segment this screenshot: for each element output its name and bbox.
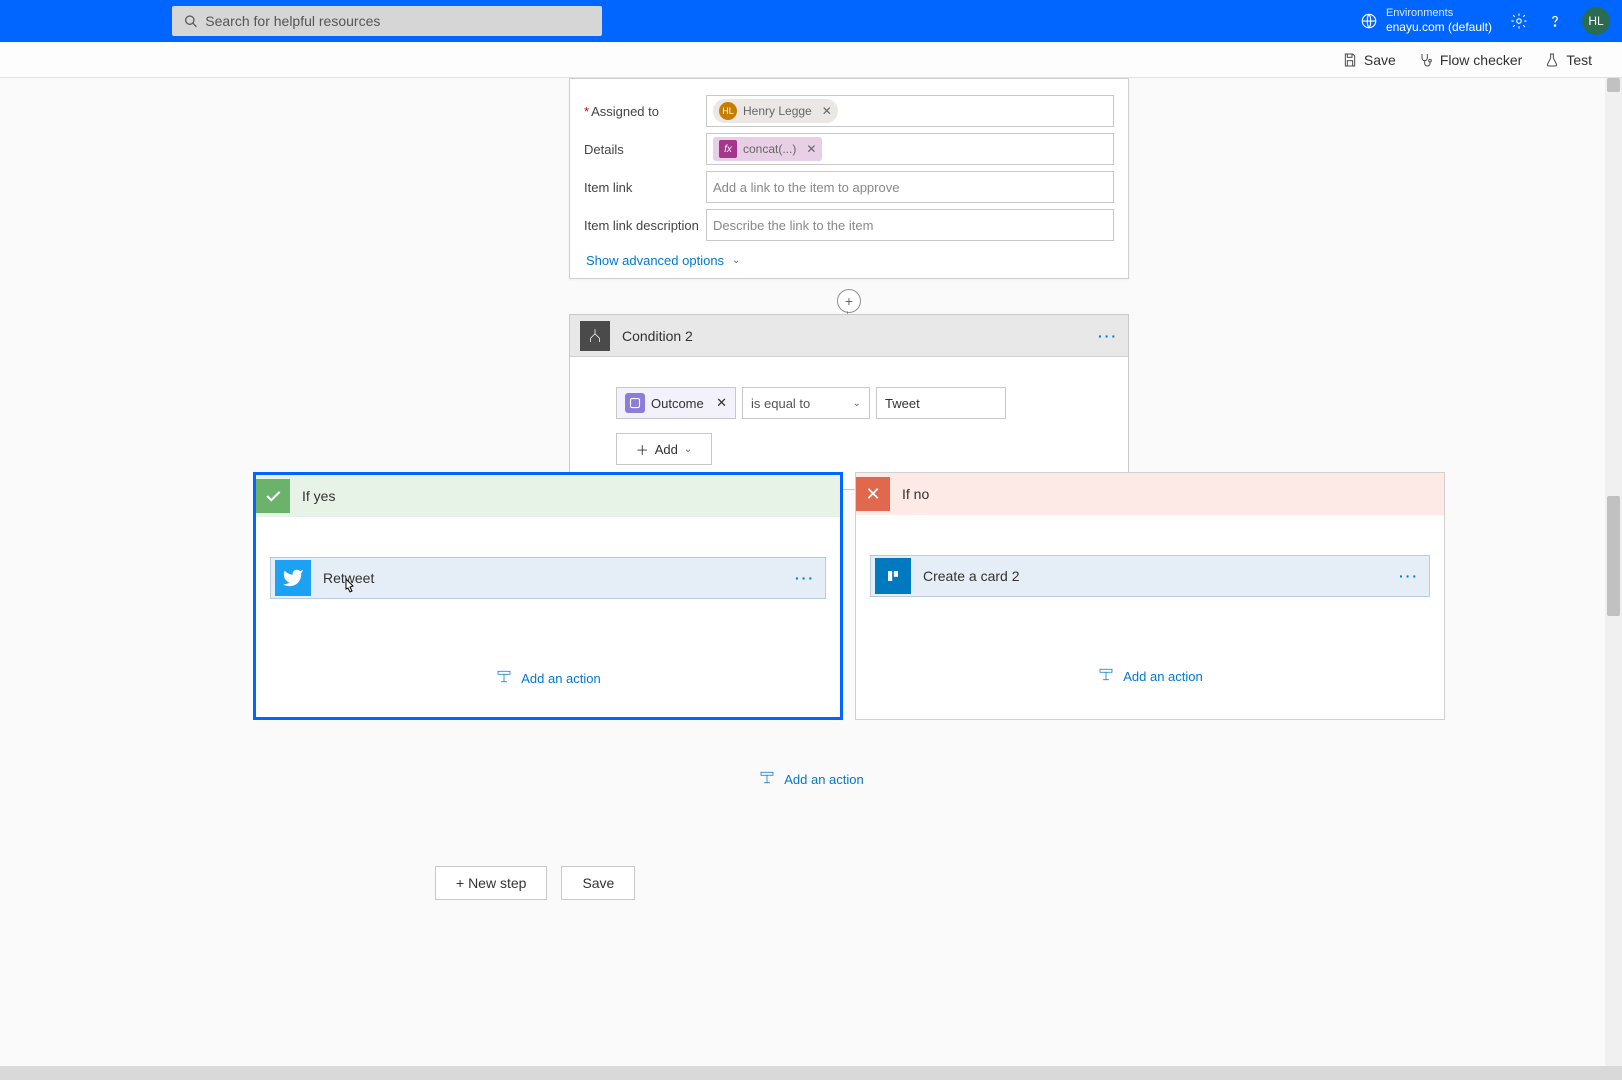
settings-icon[interactable] bbox=[1510, 12, 1528, 30]
fx-icon: fx bbox=[719, 140, 737, 158]
save-icon bbox=[1342, 52, 1358, 68]
if-yes-header: If yes bbox=[256, 475, 840, 517]
retweet-action-card[interactable]: Retweet ··· bbox=[270, 557, 826, 599]
retweet-action-label: Retweet bbox=[323, 570, 374, 586]
expression-text: concat(...) bbox=[743, 142, 796, 156]
chevron-down-icon: ⌄ bbox=[732, 255, 740, 266]
person-avatar: HL bbox=[719, 102, 737, 120]
if-no-branch[interactable]: ✕ If no Create a card 2 ··· Add an actio… bbox=[855, 472, 1445, 720]
add-condition-button[interactable]: ＋ Add ⌄ bbox=[616, 433, 712, 465]
if-yes-label: If yes bbox=[302, 488, 335, 504]
search-input[interactable] bbox=[205, 13, 590, 29]
x-icon: ✕ bbox=[856, 477, 890, 511]
add-action-no[interactable]: Add an action bbox=[1097, 667, 1203, 685]
operand-token-text: Outcome bbox=[651, 396, 704, 411]
action-menu[interactable]: ··· bbox=[1399, 568, 1419, 584]
save-label: Save bbox=[1364, 52, 1396, 68]
item-link-field[interactable] bbox=[706, 171, 1114, 203]
trello-icon bbox=[875, 558, 911, 594]
plus-icon: ＋ bbox=[636, 440, 649, 459]
dynamic-content-icon bbox=[625, 393, 645, 413]
condition-title: Condition 2 bbox=[622, 328, 693, 344]
save-flow-button[interactable]: Save bbox=[561, 866, 635, 900]
condition-expression-row: Outcome ✕ is equal to ⌄ Tweet bbox=[616, 387, 1082, 419]
condition-icon bbox=[580, 321, 610, 351]
assigned-to-field[interactable]: HL Henry Legge ✕ bbox=[706, 95, 1114, 127]
item-link-label: Item link bbox=[584, 180, 706, 195]
add-action-label: Add an action bbox=[521, 671, 601, 686]
environment-icon bbox=[1360, 12, 1378, 30]
flow-checker-button[interactable]: Flow checker bbox=[1418, 52, 1522, 68]
expression-token[interactable]: fx concat(...) ✕ bbox=[713, 137, 822, 161]
trello-action-label: Create a card 2 bbox=[923, 568, 1020, 584]
scroll-thumb[interactable] bbox=[1607, 496, 1620, 616]
remove-operand-icon[interactable]: ✕ bbox=[716, 395, 727, 411]
add-action-icon bbox=[758, 770, 776, 788]
search-icon bbox=[184, 14, 197, 28]
top-bar: Environments enayu.com (default) HL bbox=[0, 0, 1622, 42]
show-advanced-label: Show advanced options bbox=[586, 253, 724, 268]
details-label: Details bbox=[584, 142, 706, 157]
add-action-label: Add an action bbox=[1123, 669, 1203, 684]
vertical-scrollbar[interactable] bbox=[1605, 78, 1622, 1080]
item-link-desc-input[interactable] bbox=[713, 218, 1107, 233]
environment-label: Environments bbox=[1386, 7, 1492, 20]
test-button[interactable]: Test bbox=[1544, 52, 1592, 68]
beaker-icon bbox=[1544, 52, 1560, 68]
add-action-bottom[interactable]: Add an action bbox=[758, 770, 864, 788]
check-icon bbox=[256, 479, 290, 513]
add-label: Add bbox=[655, 442, 678, 457]
command-bar: Save Flow checker Test bbox=[0, 42, 1622, 78]
operator-text: is equal to bbox=[751, 396, 810, 411]
search-box[interactable] bbox=[172, 6, 602, 36]
new-step-button[interactable]: + New step bbox=[435, 866, 547, 900]
item-link-desc-label: Item link description bbox=[584, 218, 706, 233]
condition-menu[interactable]: ··· bbox=[1098, 328, 1118, 344]
flow-checker-label: Flow checker bbox=[1440, 52, 1522, 68]
twitter-icon bbox=[275, 560, 311, 596]
trello-action-card[interactable]: Create a card 2 ··· bbox=[870, 555, 1430, 597]
add-action-label: Add an action bbox=[784, 772, 864, 787]
test-label: Test bbox=[1566, 52, 1592, 68]
if-no-header: ✕ If no bbox=[856, 473, 1444, 515]
chevron-down-icon: ⌄ bbox=[684, 444, 692, 455]
if-yes-branch[interactable]: If yes Retweet ··· Add an action bbox=[253, 472, 843, 720]
add-action-icon bbox=[495, 669, 513, 687]
environment-value: enayu.com (default) bbox=[1386, 20, 1492, 34]
environment-picker[interactable]: Environments enayu.com (default) bbox=[1360, 7, 1492, 35]
action-menu[interactable]: ··· bbox=[795, 570, 815, 586]
if-no-label: If no bbox=[902, 486, 929, 502]
window-chrome-bottom bbox=[0, 1066, 1622, 1080]
condition-left-operand[interactable]: Outcome ✕ bbox=[616, 387, 736, 419]
scroll-up-icon[interactable] bbox=[1607, 78, 1620, 92]
add-action-yes[interactable]: Add an action bbox=[495, 669, 601, 687]
save-button[interactable]: Save bbox=[1342, 52, 1396, 68]
help-icon[interactable] bbox=[1546, 12, 1564, 30]
flow-canvas[interactable]: Assigned to HL Henry Legge ✕ Details fx … bbox=[0, 78, 1622, 1080]
condition-header[interactable]: Condition 2 ··· bbox=[570, 315, 1128, 357]
person-name: Henry Legge bbox=[743, 104, 812, 118]
add-action-icon bbox=[1097, 667, 1115, 685]
chevron-down-icon: ⌄ bbox=[853, 398, 861, 409]
user-avatar[interactable]: HL bbox=[1582, 7, 1610, 35]
condition-card[interactable]: Condition 2 ··· Outcome ✕ is equal to ⌄ bbox=[569, 314, 1129, 490]
remove-expression-icon[interactable]: ✕ bbox=[806, 142, 816, 156]
stethoscope-icon bbox=[1418, 52, 1434, 68]
item-link-desc-field[interactable] bbox=[706, 209, 1114, 241]
condition-value-text: Tweet bbox=[885, 396, 920, 411]
assigned-to-label: Assigned to bbox=[584, 104, 706, 119]
item-link-input[interactable] bbox=[713, 180, 1107, 195]
show-advanced-toggle[interactable]: Show advanced options ⌄ bbox=[586, 253, 1114, 268]
condition-operator[interactable]: is equal to ⌄ bbox=[742, 387, 870, 419]
approval-card[interactable]: Assigned to HL Henry Legge ✕ Details fx … bbox=[569, 78, 1129, 279]
condition-value[interactable]: Tweet bbox=[876, 387, 1006, 419]
person-token[interactable]: HL Henry Legge ✕ bbox=[713, 99, 838, 123]
remove-person-icon[interactable]: ✕ bbox=[822, 104, 832, 118]
details-field[interactable]: fx concat(...) ✕ bbox=[706, 133, 1114, 165]
